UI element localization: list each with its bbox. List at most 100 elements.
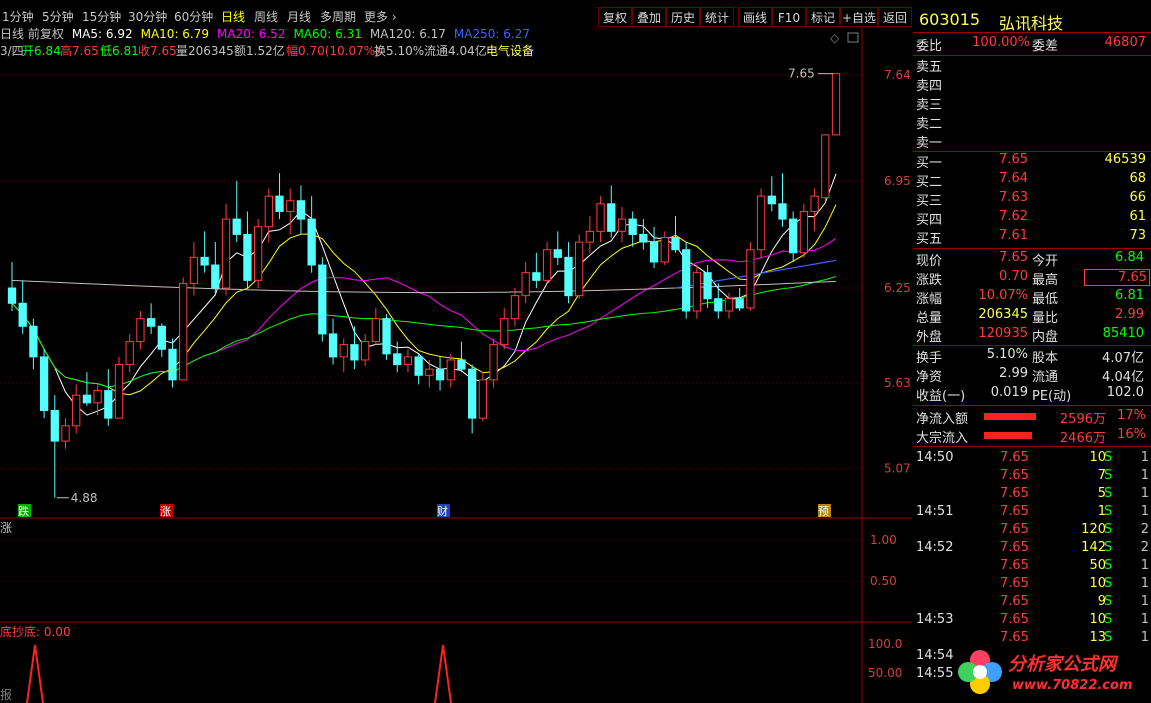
candle[interactable] [253, 219, 263, 288]
candle[interactable] [50, 395, 59, 498]
period-多周期[interactable]: 多周期 [320, 8, 356, 26]
period-30分钟[interactable]: 30分钟 [128, 8, 167, 26]
candle[interactable] [596, 196, 605, 243]
candle[interactable] [339, 338, 348, 373]
candle[interactable] [179, 277, 188, 381]
candle[interactable] [125, 333, 134, 373]
tool-返回[interactable]: 返回 [878, 7, 912, 27]
candle[interactable] [382, 314, 391, 360]
tool-复权[interactable]: 复权 [598, 7, 632, 27]
candle[interactable] [457, 341, 466, 373]
candle[interactable] [29, 318, 38, 370]
tool-标记[interactable]: 标记 [806, 7, 840, 27]
candle[interactable] [361, 333, 370, 367]
event-marker[interactable]: 财 [437, 504, 450, 518]
candle[interactable] [275, 173, 284, 220]
event-marker[interactable]: 预 [818, 504, 831, 518]
candle[interactable] [243, 211, 252, 288]
candle[interactable] [746, 242, 755, 311]
candle[interactable] [789, 211, 798, 262]
period-15分钟[interactable]: 15分钟 [82, 8, 121, 26]
candle[interactable] [114, 356, 124, 419]
candle[interactable] [403, 349, 413, 373]
candle[interactable] [821, 134, 830, 203]
kline-chart[interactable]: 日线 前复权 MA5: 6.92 MA10: 6.79 MA20: 6.52 MA60:… [0, 28, 912, 703]
candle[interactable] [371, 307, 380, 345]
period-周线[interactable]: 周线 [254, 8, 278, 26]
candle[interactable] [146, 303, 156, 334]
period-5分钟[interactable]: 5分钟 [42, 8, 74, 26]
candle[interactable] [168, 338, 177, 388]
window-icon[interactable] [847, 32, 859, 43]
candle[interactable] [72, 384, 81, 434]
candle[interactable] [564, 242, 573, 304]
candle[interactable] [136, 310, 145, 350]
candle[interactable] [414, 353, 423, 385]
candle[interactable] [82, 372, 92, 406]
candle[interactable] [468, 364, 477, 434]
candle[interactable] [799, 203, 809, 258]
candle[interactable] [425, 359, 434, 388]
candle[interactable] [478, 372, 487, 422]
candle[interactable] [617, 206, 627, 243]
candle[interactable] [307, 196, 316, 273]
candle[interactable] [296, 185, 306, 235]
candle[interactable] [682, 242, 691, 319]
period-月线[interactable]: 月线 [287, 8, 311, 26]
candle[interactable] [756, 188, 766, 258]
diamond-icon[interactable]: ◇ [830, 31, 840, 45]
candle[interactable] [542, 242, 552, 284]
candle[interactable] [767, 176, 776, 212]
candle[interactable] [575, 234, 584, 299]
tool-历史[interactable]: 历史 [666, 7, 700, 27]
candle[interactable] [703, 265, 712, 308]
candle[interactable] [810, 188, 819, 232]
period-日线[interactable]: 日线 [221, 8, 245, 26]
candle[interactable] [328, 318, 338, 365]
candle[interactable] [393, 341, 402, 373]
candle[interactable] [264, 188, 273, 243]
candle[interactable] [831, 73, 841, 136]
candle[interactable] [200, 231, 209, 273]
tool-画线[interactable]: 画线 [738, 7, 772, 27]
candle[interactable] [318, 257, 327, 342]
candle[interactable] [532, 252, 541, 288]
candle[interactable] [211, 242, 220, 296]
candle[interactable] [489, 338, 498, 388]
candle[interactable] [157, 323, 166, 357]
tool-叠加[interactable]: 叠加 [632, 7, 666, 27]
candle[interactable] [39, 349, 49, 419]
candle[interactable] [232, 180, 241, 243]
period-1分钟[interactable]: 1分钟 [2, 8, 34, 26]
period-60分钟[interactable]: 60分钟 [174, 8, 213, 26]
candle[interactable] [671, 216, 680, 253]
candle[interactable] [735, 288, 744, 311]
tool-F10[interactable]: F10 [772, 7, 806, 27]
candle[interactable] [500, 307, 509, 350]
low-label: 4.88 [71, 491, 98, 505]
candle[interactable] [286, 188, 295, 235]
candle[interactable] [649, 226, 659, 269]
candle[interactable] [521, 261, 530, 304]
event-marker[interactable]: 涨 [160, 504, 173, 518]
period-更多 ›[interactable]: 更多 › [364, 8, 397, 26]
candle[interactable] [692, 265, 702, 319]
candle[interactable] [7, 261, 17, 311]
candle[interactable] [104, 369, 113, 426]
candle[interactable] [778, 173, 787, 227]
candle[interactable] [435, 356, 445, 391]
candle[interactable] [639, 219, 648, 250]
tool-+自选[interactable]: +自选 [840, 7, 878, 27]
candle[interactable] [585, 216, 595, 253]
candle[interactable] [553, 231, 562, 266]
event-marker[interactable]: 跌 [18, 504, 31, 518]
candle[interactable] [628, 211, 637, 247]
candle[interactable] [221, 203, 231, 296]
candle[interactable] [660, 231, 669, 266]
candle[interactable] [607, 185, 616, 238]
candle[interactable] [61, 418, 70, 449]
candle[interactable] [714, 283, 723, 319]
candle[interactable] [350, 326, 359, 370]
candle[interactable] [510, 288, 520, 327]
tool-统计[interactable]: 统计 [700, 7, 734, 27]
